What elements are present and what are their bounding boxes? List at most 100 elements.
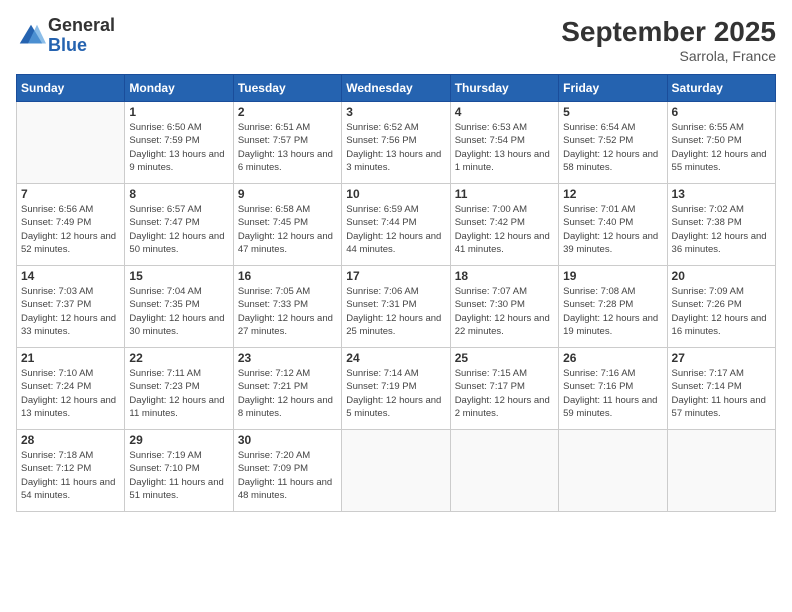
calendar-cell — [342, 430, 450, 512]
calendar-cell: 22 Sunrise: 7:11 AMSunset: 7:23 PMDayligh… — [125, 348, 233, 430]
day-number: 14 — [21, 269, 120, 283]
calendar-cell: 13 Sunrise: 7:02 AMSunset: 7:38 PMDayligh… — [667, 184, 775, 266]
day-number: 17 — [346, 269, 445, 283]
day-info: Sunrise: 7:16 AMSunset: 7:16 PMDaylight:… — [563, 367, 662, 420]
day-info: Sunrise: 6:57 AMSunset: 7:47 PMDaylight:… — [129, 203, 228, 256]
calendar-cell: 21Sunrise: 7:10 AMSunset: 7:24 PMDayligh… — [17, 348, 125, 430]
day-info: Sunrise: 7:12 AMSunset: 7:21 PMDaylight:… — [238, 367, 337, 420]
day-number: 4 — [455, 105, 554, 119]
calendar-cell — [450, 430, 558, 512]
day-info: Sunrise: 7:11 AMSunset: 7:23 PMDaylight:… — [129, 367, 228, 420]
column-header-saturday: Saturday — [667, 75, 775, 102]
week-row-3: 21Sunrise: 7:10 AMSunset: 7:24 PMDayligh… — [17, 348, 776, 430]
calendar-cell: 18 Sunrise: 7:07 AMSunset: 7:30 PMDayligh… — [450, 266, 558, 348]
calendar-cell: 30 Sunrise: 7:20 AMSunset: 7:09 PMDayligh… — [233, 430, 341, 512]
day-info: Sunrise: 7:05 AMSunset: 7:33 PMDaylight:… — [238, 285, 337, 338]
day-info: Sunrise: 7:15 AMSunset: 7:17 PMDaylight:… — [455, 367, 554, 420]
day-number: 28 — [21, 433, 120, 447]
calendar-cell: 19Sunrise: 7:08 AMSunset: 7:28 PMDayligh… — [559, 266, 667, 348]
day-number: 10 — [346, 187, 445, 201]
calendar-cell: 20 Sunrise: 7:09 AMSunset: 7:26 PMDayligh… — [667, 266, 775, 348]
calendar-cell — [17, 102, 125, 184]
day-number: 13 — [672, 187, 771, 201]
day-number: 18 — [455, 269, 554, 283]
calendar-cell: 1Sunrise: 6:50 AMSunset: 7:59 PMDaylight… — [125, 102, 233, 184]
column-header-tuesday: Tuesday — [233, 75, 341, 102]
day-number: 2 — [238, 105, 337, 119]
column-header-thursday: Thursday — [450, 75, 558, 102]
day-number: 19 — [563, 269, 662, 283]
week-row-2: 14 Sunrise: 7:03 AMSunset: 7:37 PMDayligh… — [17, 266, 776, 348]
day-number: 22 — [129, 351, 228, 365]
day-number: 12 — [563, 187, 662, 201]
calendar-cell: 17Sunrise: 7:06 AMSunset: 7:31 PMDayligh… — [342, 266, 450, 348]
calendar-cell: 16 Sunrise: 7:05 AMSunset: 7:33 PMDayligh… — [233, 266, 341, 348]
calendar-cell: 8 Sunrise: 6:57 AMSunset: 7:47 PMDaylight… — [125, 184, 233, 266]
day-number: 26 — [563, 351, 662, 365]
day-number: 11 — [455, 187, 554, 201]
day-info: Sunrise: 7:04 AMSunset: 7:35 PMDaylight:… — [129, 285, 228, 338]
month-title: September 2025 — [561, 16, 776, 48]
day-number: 27 — [672, 351, 771, 365]
day-info: Sunrise: 7:10 AMSunset: 7:24 PMDaylight:… — [21, 367, 120, 420]
day-info: Sunrise: 6:58 AMSunset: 7:45 PMDaylight:… — [238, 203, 337, 256]
day-info: Sunrise: 7:02 AMSunset: 7:38 PMDaylight:… — [672, 203, 771, 256]
calendar-cell: 9 Sunrise: 6:58 AMSunset: 7:45 PMDaylight… — [233, 184, 341, 266]
calendar-cell: 23 Sunrise: 7:12 AMSunset: 7:21 PMDayligh… — [233, 348, 341, 430]
day-number: 16 — [238, 269, 337, 283]
day-info: Sunrise: 7:00 AMSunset: 7:42 PMDaylight:… — [455, 203, 554, 256]
title-section: September 2025 Sarrola, France — [561, 16, 776, 64]
day-number: 30 — [238, 433, 337, 447]
day-info: Sunrise: 7:18 AMSunset: 7:12 PMDaylight:… — [21, 449, 120, 502]
day-info: Sunrise: 7:20 AMSunset: 7:09 PMDaylight:… — [238, 449, 337, 502]
calendar-cell: 12 Sunrise: 7:01 AMSunset: 7:40 PMDayligh… — [559, 184, 667, 266]
day-info: Sunrise: 6:51 AMSunset: 7:57 PMDaylight:… — [238, 121, 337, 174]
week-row-0: 1Sunrise: 6:50 AMSunset: 7:59 PMDaylight… — [17, 102, 776, 184]
calendar: SundayMondayTuesdayWednesdayThursdayFrid… — [16, 74, 776, 512]
day-number: 23 — [238, 351, 337, 365]
day-info: Sunrise: 7:01 AMSunset: 7:40 PMDaylight:… — [563, 203, 662, 256]
day-info: Sunrise: 6:54 AMSunset: 7:52 PMDaylight:… — [563, 121, 662, 174]
week-row-4: 28 Sunrise: 7:18 AMSunset: 7:12 PMDayligh… — [17, 430, 776, 512]
day-number: 1 — [129, 105, 228, 119]
day-info: Sunrise: 7:19 AMSunset: 7:10 PMDaylight:… — [129, 449, 228, 502]
calendar-cell: 7Sunrise: 6:56 AMSunset: 7:49 PMDaylight… — [17, 184, 125, 266]
day-info: Sunrise: 6:56 AMSunset: 7:49 PMDaylight:… — [21, 203, 120, 256]
calendar-cell: 15Sunrise: 7:04 AMSunset: 7:35 PMDayligh… — [125, 266, 233, 348]
location: Sarrola, France — [561, 48, 776, 64]
column-header-sunday: Sunday — [17, 75, 125, 102]
day-number: 20 — [672, 269, 771, 283]
day-info: Sunrise: 7:07 AMSunset: 7:30 PMDaylight:… — [455, 285, 554, 338]
logo-icon — [16, 21, 46, 51]
calendar-cell: 3Sunrise: 6:52 AMSunset: 7:56 PMDaylight… — [342, 102, 450, 184]
day-number: 8 — [129, 187, 228, 201]
calendar-cell: 4 Sunrise: 6:53 AMSunset: 7:54 PMDaylight… — [450, 102, 558, 184]
calendar-cell — [667, 430, 775, 512]
day-info: Sunrise: 7:14 AMSunset: 7:19 PMDaylight:… — [346, 367, 445, 420]
calendar-cell — [559, 430, 667, 512]
calendar-cell: 5Sunrise: 6:54 AMSunset: 7:52 PMDaylight… — [559, 102, 667, 184]
day-number: 29 — [129, 433, 228, 447]
day-number: 3 — [346, 105, 445, 119]
calendar-cell: 10 Sunrise: 6:59 AMSunset: 7:44 PMDayligh… — [342, 184, 450, 266]
week-row-1: 7Sunrise: 6:56 AMSunset: 7:49 PMDaylight… — [17, 184, 776, 266]
calendar-cell: 11 Sunrise: 7:00 AMSunset: 7:42 PMDayligh… — [450, 184, 558, 266]
day-number: 9 — [238, 187, 337, 201]
calendar-cell: 2 Sunrise: 6:51 AMSunset: 7:57 PMDaylight… — [233, 102, 341, 184]
calendar-cell: 6 Sunrise: 6:55 AMSunset: 7:50 PMDaylight… — [667, 102, 775, 184]
day-info: Sunrise: 7:03 AMSunset: 7:37 PMDaylight:… — [21, 285, 120, 338]
logo-blue: Blue — [48, 36, 115, 56]
day-number: 25 — [455, 351, 554, 365]
day-number: 6 — [672, 105, 771, 119]
column-header-wednesday: Wednesday — [342, 75, 450, 102]
calendar-cell: 28 Sunrise: 7:18 AMSunset: 7:12 PMDayligh… — [17, 430, 125, 512]
day-info: Sunrise: 7:17 AMSunset: 7:14 PMDaylight:… — [672, 367, 771, 420]
logo-text: General Blue — [48, 16, 115, 56]
day-info: Sunrise: 7:09 AMSunset: 7:26 PMDaylight:… — [672, 285, 771, 338]
calendar-cell: 25 Sunrise: 7:15 AMSunset: 7:17 PMDayligh… — [450, 348, 558, 430]
calendar-cell: 26 Sunrise: 7:16 AMSunset: 7:16 PMDayligh… — [559, 348, 667, 430]
logo: General Blue — [16, 16, 115, 56]
day-info: Sunrise: 6:53 AMSunset: 7:54 PMDaylight:… — [455, 121, 554, 174]
day-info: Sunrise: 6:55 AMSunset: 7:50 PMDaylight:… — [672, 121, 771, 174]
day-info: Sunrise: 6:59 AMSunset: 7:44 PMDaylight:… — [346, 203, 445, 256]
